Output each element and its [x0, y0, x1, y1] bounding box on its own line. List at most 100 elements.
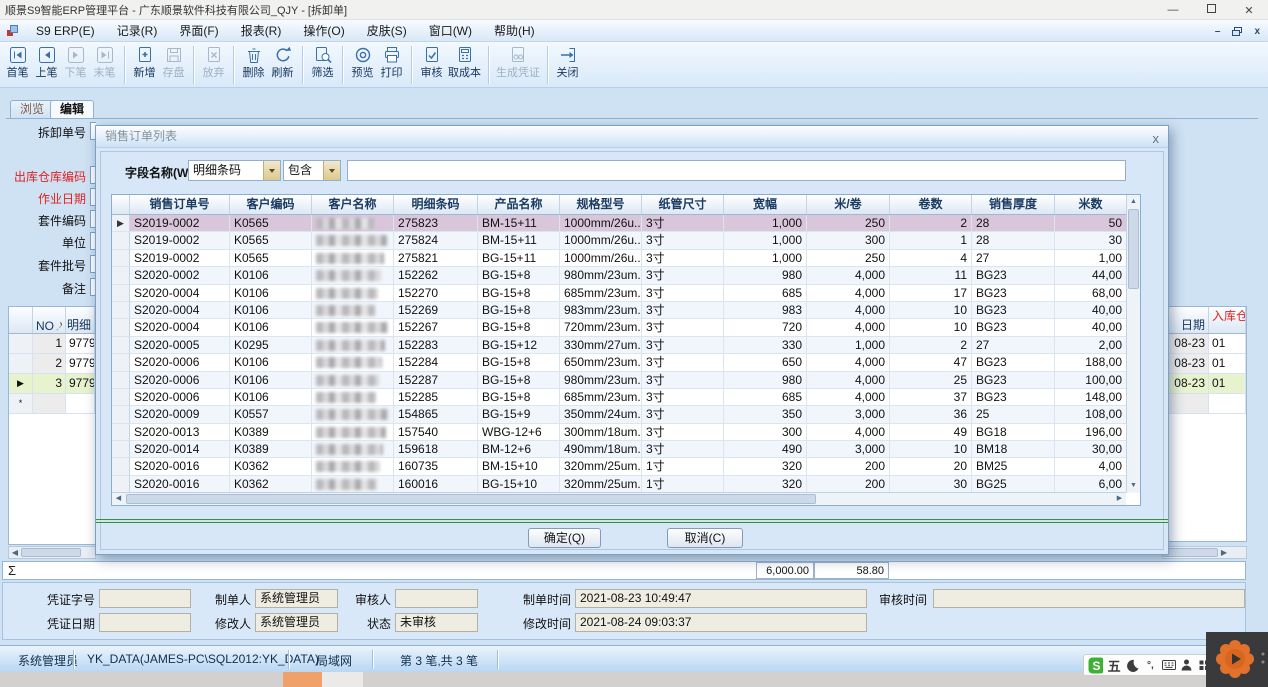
filter-field-combobox[interactable]: 明细条码	[188, 160, 281, 181]
detail-grid-right-fragment[interactable]: 日期入库仓库08-230108-230108-2301	[1162, 306, 1247, 542]
grid-row[interactable]: *	[9, 394, 95, 414]
sales-order-row[interactable]: S2020-0016K0362160016BG-15+10320mm/25um.…	[112, 476, 1140, 493]
punctuation-icon[interactable]: °,	[1143, 656, 1157, 674]
column-header-1[interactable]: 客户编码	[230, 195, 312, 214]
sales-order-row[interactable]: S2020-0016K0362160735BM-15+10320mm/25um.…	[112, 458, 1140, 475]
h-scrollbar[interactable]: ◀▶	[112, 492, 1126, 505]
column-header-no[interactable]: NO	[33, 307, 66, 333]
person-icon[interactable]	[1180, 656, 1194, 674]
minimize-button[interactable]: —	[1154, 4, 1192, 16]
v-scrollbar[interactable]: ▲▼	[1126, 195, 1140, 492]
menu-item-5[interactable]: 皮肤(S)	[356, 20, 418, 42]
menu-item-7[interactable]: 帮助(H)	[483, 20, 546, 42]
sales-order-row[interactable]: ▶S2019-0002K0565275823BM-15+111000mm/26u…	[112, 215, 1140, 232]
ime-mode-wubi[interactable]: 五	[1107, 656, 1121, 674]
dialog-titlebar[interactable]: 销售订单列表 x	[96, 126, 1168, 148]
scroll-right-arrow[interactable]: ▶	[1218, 547, 1230, 558]
toolbar-button-filter[interactable]: 筛选	[308, 44, 337, 80]
tab-browse[interactable]: 浏览	[10, 100, 54, 118]
menu-item-3[interactable]: 报表(R)	[230, 20, 293, 42]
scroll-up-arrow[interactable]: ▲	[1127, 195, 1140, 208]
grid-row[interactable]	[1163, 394, 1246, 414]
column-header-warehouse[interactable]: 入库仓库	[1209, 307, 1246, 333]
column-header-8[interactable]: 米/卷	[807, 195, 890, 214]
sogou-logo-icon[interactable]: S	[1088, 656, 1103, 674]
footer-field-0-4[interactable]	[933, 589, 1245, 608]
toolbar-button-cost[interactable]: 取成本	[446, 44, 483, 80]
sales-order-row[interactable]: S2020-0004K0106152267BG-15+8720mm/23um..…	[112, 319, 1140, 336]
scroll-left-arrow[interactable]: ◀	[9, 547, 21, 558]
detail-grid-hscrollbar-right[interactable]: ▶	[1162, 546, 1247, 559]
maximize-button[interactable]	[1192, 4, 1230, 16]
column-header-0[interactable]: 销售订单号	[130, 195, 230, 214]
sales-order-row[interactable]: S2020-0006K0106152287BG-15+8980mm/23um..…	[112, 372, 1140, 389]
scroll-down-arrow[interactable]: ▼	[1127, 479, 1140, 492]
h-scroll-thumb[interactable]	[126, 494, 816, 504]
footer-field-0-3[interactable]: 2021-08-23 10:49:47	[575, 589, 867, 608]
ok-button[interactable]: 确定(Q)	[528, 528, 601, 548]
menu-item-6[interactable]: 窗口(W)	[418, 20, 483, 42]
halfmoon-icon[interactable]	[1125, 656, 1139, 674]
toolbar-button-audit[interactable]: 审核	[417, 44, 446, 80]
column-header-detail[interactable]: 明细	[66, 307, 95, 333]
column-header-3[interactable]: 明细条码	[394, 195, 478, 214]
sales-order-row[interactable]: S2020-0004K0106152270BG-15+8685mm/23um..…	[112, 285, 1140, 302]
toolbar-button-refresh[interactable]: 刷新	[268, 44, 297, 80]
menu-item-0[interactable]: S9 ERP(E)	[25, 20, 106, 42]
sales-order-row[interactable]: S2020-0004K0106152269BG-15+8983mm/23um..…	[112, 302, 1140, 319]
toolbar-button-print[interactable]: 打印	[377, 44, 406, 80]
grid-row[interactable]: 08-2301	[1163, 374, 1246, 394]
column-header-7[interactable]: 宽幅	[724, 195, 807, 214]
grid-row[interactable]: 297792	[9, 354, 95, 374]
sales-order-row[interactable]: S2020-0006K0106152285BG-15+8685mm/23um..…	[112, 389, 1140, 406]
footer-field-1-3[interactable]: 2021-08-24 09:03:37	[575, 613, 867, 632]
footer-field-1-2[interactable]: 未审核	[395, 613, 478, 632]
grid-row[interactable]: 08-2301	[1163, 354, 1246, 374]
chevron-down-icon[interactable]	[263, 161, 280, 180]
menu-item-1[interactable]: 记录(R)	[106, 20, 169, 42]
grid-row[interactable]: ▶397792	[9, 374, 95, 394]
toolbar-button-prev-record[interactable]: 上笔	[32, 44, 61, 80]
toolbar-button-close-form[interactable]: 关闭	[553, 44, 582, 80]
footer-field-0-2[interactable]	[395, 589, 478, 608]
column-header-date[interactable]: 日期	[1163, 307, 1209, 333]
column-header-2[interactable]: 客户名称	[312, 195, 394, 214]
cancel-button[interactable]: 取消(C)	[667, 528, 743, 548]
column-header-5[interactable]: 规格型号	[560, 195, 642, 214]
scroll-right-arrow[interactable]: ▶	[1113, 493, 1126, 505]
filter-text-input[interactable]	[347, 160, 1126, 181]
toolbar-button-delete[interactable]: 删除	[239, 44, 268, 80]
sales-order-row[interactable]: S2020-0006K0106152284BG-15+8650mm/23um..…	[112, 354, 1140, 371]
sales-order-row[interactable]: S2020-0013K0389157540WBG-12+6300mm/18um.…	[112, 424, 1140, 441]
column-header-4[interactable]: 产品名称	[478, 195, 560, 214]
column-header-11[interactable]: 米数	[1055, 195, 1127, 214]
grid-row[interactable]: 08-2301	[1163, 334, 1246, 354]
v-scroll-thumb[interactable]	[1128, 209, 1139, 289]
mdi-restore-button[interactable]	[1232, 27, 1242, 36]
sales-order-row[interactable]: S2019-0002K0565275824BM-15+111000mm/26u.…	[112, 232, 1140, 249]
menu-item-4[interactable]: 操作(O)	[292, 20, 355, 42]
toolbar-button-new[interactable]: 新增	[130, 44, 159, 80]
toolbar-button-first-record[interactable]: 首笔	[3, 44, 32, 80]
mdi-close-button[interactable]: x	[1254, 26, 1260, 37]
keyboard-icon[interactable]	[1162, 656, 1176, 674]
close-button[interactable]: ✕	[1230, 4, 1268, 17]
sales-order-row[interactable]: S2020-0014K0389159618BM-12+6490mm/18um..…	[112, 441, 1140, 458]
column-header-9[interactable]: 卷数	[890, 195, 972, 214]
filter-operator-combobox[interactable]: 包含	[283, 160, 341, 181]
mdi-minimize-button[interactable]: –	[1215, 26, 1221, 37]
sales-order-row[interactable]: S2019-0002K0565275821BG-15+111000mm/26u.…	[112, 250, 1140, 267]
media-player-app-icon[interactable]	[1206, 632, 1268, 687]
column-header-6[interactable]: 纸管尺寸	[642, 195, 724, 214]
scroll-left-arrow[interactable]: ◀	[112, 493, 125, 505]
sales-order-row[interactable]: S2020-0002K0106152262BG-15+8980mm/23um..…	[112, 267, 1140, 284]
sales-order-row[interactable]: S2020-0005K0295152283BG-15+12330mm/27um.…	[112, 337, 1140, 354]
column-header-10[interactable]: 销售厚度	[972, 195, 1055, 214]
detail-grid-left-fragment[interactable]: NO明细197792297792▶397792*	[8, 306, 96, 545]
menu-item-2[interactable]: 界面(F)	[168, 20, 229, 42]
tab-edit[interactable]: 编辑	[50, 100, 94, 118]
sales-order-row[interactable]: S2020-0009K0557154865BG-15+9350mm/24um..…	[112, 406, 1140, 423]
dialog-close-icon[interactable]: x	[1153, 128, 1160, 149]
ime-toolbar[interactable]: S 五 °,	[1083, 654, 1217, 676]
sales-order-grid[interactable]: 销售订单号客户编码客户名称明细条码产品名称规格型号纸管尺寸宽幅米/卷卷数销售厚度…	[111, 194, 1141, 506]
